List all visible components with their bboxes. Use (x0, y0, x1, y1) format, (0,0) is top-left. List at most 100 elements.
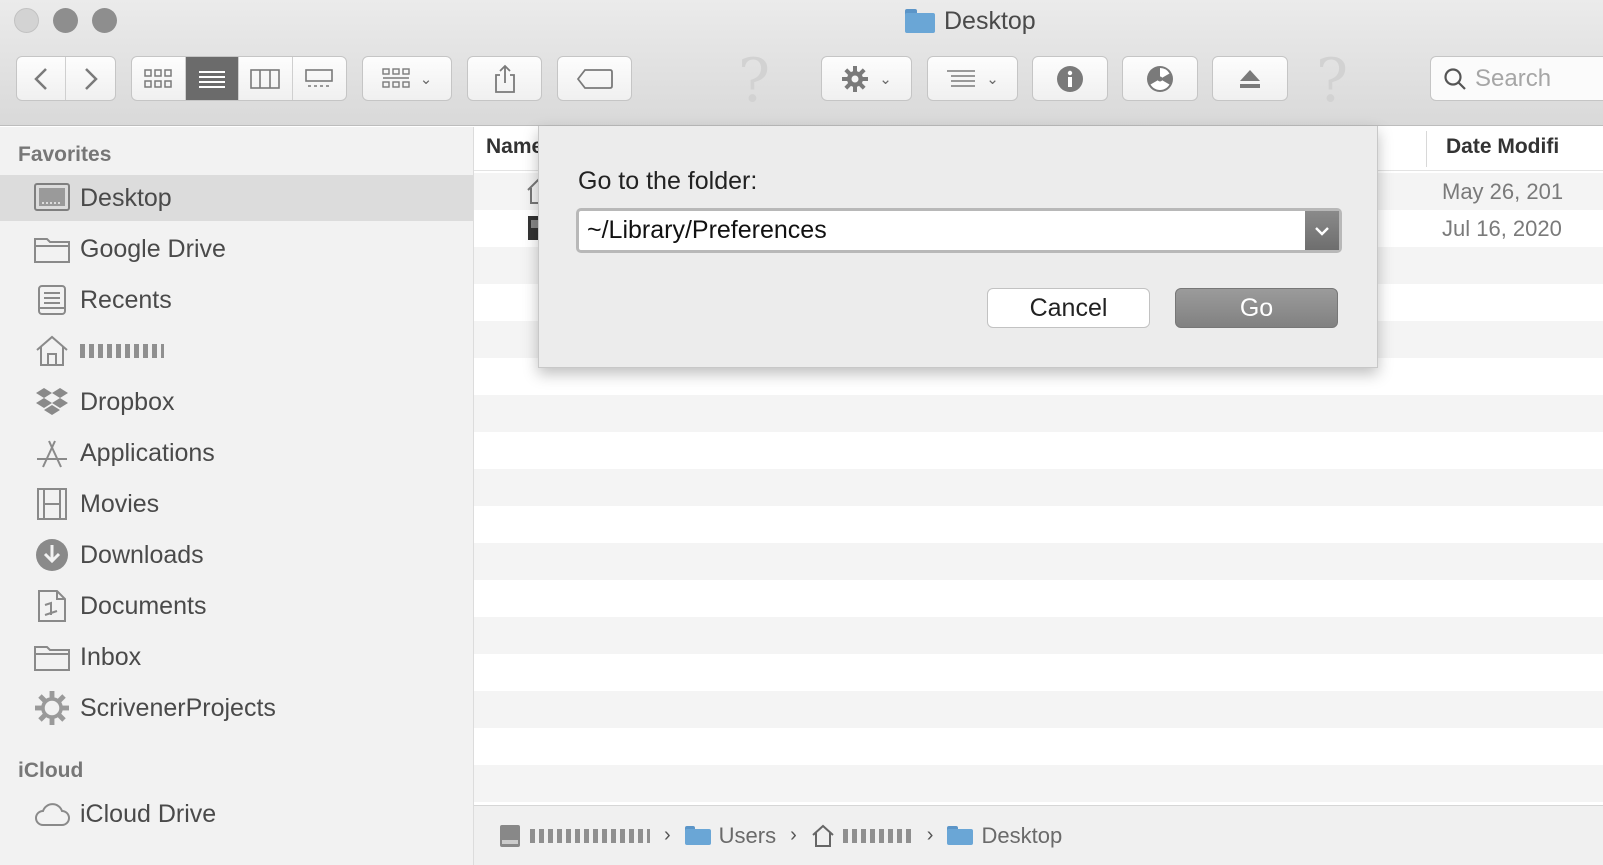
sidebar-item-label: iCloud Drive (80, 799, 217, 828)
list-view-button[interactable] (185, 57, 239, 100)
chevron-down-icon: ⌄ (419, 70, 433, 88)
path-crumb-users[interactable]: Users (684, 822, 777, 849)
sidebar-item-label: Desktop (80, 183, 172, 212)
dialog-prompt: Go to the folder: (578, 167, 758, 195)
minimize-window-button[interactable] (53, 8, 78, 33)
column-view-button[interactable] (239, 57, 293, 100)
sidebar-item-label: Downloads (80, 540, 204, 569)
sidebar-item-label: Documents (80, 591, 207, 620)
go-button[interactable]: Go (1175, 288, 1338, 328)
empty-row (474, 543, 1603, 580)
arrange-button[interactable]: ⌄ (927, 56, 1018, 101)
documents-icon (34, 588, 70, 624)
folder-icon (34, 639, 70, 675)
folder-icon (947, 825, 974, 846)
folder-path-input[interactable] (579, 211, 1305, 250)
column-header-date-modified[interactable]: Date Modifi (1446, 135, 1559, 159)
path-crumb-home[interactable] (811, 824, 913, 848)
group-icon (382, 67, 410, 88)
list-view-icon (198, 70, 225, 88)
sidebar-item-google-drive[interactable]: Google Drive (0, 226, 473, 272)
path-crumb-desktop[interactable]: Desktop (947, 823, 1062, 849)
downloads-icon (34, 537, 70, 573)
sidebar-item-label: Recents (80, 285, 172, 314)
share-button[interactable] (467, 56, 542, 101)
cloud-icon (34, 796, 70, 832)
forward-button[interactable] (66, 57, 115, 100)
sidebar-item-label: ScrivenerProjects (80, 693, 276, 722)
tag-button[interactable] (557, 56, 632, 101)
chevron-down-icon: ⌄ (986, 70, 999, 88)
dropbox-icon (34, 384, 70, 420)
search-input[interactable] (1475, 64, 1603, 93)
empty-row (474, 765, 1603, 802)
row-date-modified: May 26, 201 (1442, 179, 1564, 204)
sidebar-item-label: Applications (80, 438, 215, 467)
icon-view-icon (144, 68, 172, 88)
recent-folders-dropdown-button[interactable] (1305, 211, 1339, 250)
favorites-heading: Favorites (18, 143, 112, 166)
home-folder-name-redacted (80, 344, 164, 358)
hard-drive-icon (500, 824, 520, 847)
eject-button[interactable] (1212, 56, 1288, 101)
cancel-button[interactable]: Cancel (987, 288, 1150, 328)
window-controls (14, 8, 117, 33)
chevron-right-icon: › (664, 824, 671, 846)
eject-icon (1240, 69, 1260, 88)
chevron-right-icon: › (926, 824, 934, 846)
sidebar-item-label: Google Drive (80, 234, 226, 263)
disk-name-redacted (530, 828, 650, 843)
folder-icon (905, 9, 935, 33)
tag-icon (576, 68, 613, 89)
search-field[interactable] (1430, 56, 1603, 101)
sidebar-item-applications[interactable]: Applications (0, 430, 473, 476)
burn-button[interactable] (1122, 56, 1198, 101)
group-button[interactable]: ⌄ (362, 56, 452, 101)
action-menu-button[interactable]: ⌄ (821, 56, 912, 101)
search-icon (1444, 67, 1466, 90)
zoom-window-button[interactable] (92, 8, 117, 33)
back-icon (34, 67, 47, 90)
sidebar-item-scrivenerprojects[interactable]: ScrivenerProjects (0, 685, 473, 731)
sidebar-item-label: Inbox (80, 642, 142, 671)
close-window-button[interactable] (14, 8, 39, 33)
path-crumb-label: Desktop (981, 822, 1063, 848)
sidebar-item-recents[interactable]: Recents (0, 277, 473, 323)
sidebar-item-icloud-drive[interactable]: iCloud Drive (0, 791, 473, 837)
column-header-name[interactable]: Name (486, 135, 543, 159)
home-icon (812, 824, 834, 847)
sidebar-item-downloads[interactable]: Downloads (0, 532, 473, 578)
chevron-right-icon: › (790, 824, 797, 846)
sidebar-item-movies[interactable]: Movies (0, 481, 473, 527)
sidebar-item-inbox[interactable]: Inbox (0, 634, 473, 680)
help-icon: ? (738, 46, 771, 116)
sidebar-item-dropbox[interactable]: Dropbox (0, 379, 473, 425)
sidebar-item-home[interactable] (0, 328, 473, 374)
folder-icon (34, 231, 70, 267)
icon-view-button[interactable] (132, 57, 186, 100)
sidebar-item-documents[interactable]: Documents (0, 583, 473, 629)
home-icon (34, 333, 70, 369)
row-date-modified: Jul 16, 2020 (1442, 216, 1562, 241)
back-button[interactable] (17, 57, 67, 100)
back-forward-control (16, 56, 116, 101)
gallery-view-button[interactable] (293, 57, 347, 100)
sidebar-item-desktop[interactable]: Desktop (0, 175, 473, 221)
gear-icon (34, 690, 70, 726)
icloud-heading: iCloud (18, 759, 84, 782)
arrange-icon (947, 69, 976, 87)
path-crumb-disk[interactable] (498, 823, 650, 849)
window-title-text: Desktop (944, 6, 1036, 35)
column-divider[interactable] (1426, 131, 1427, 167)
path-crumb-label: Users (718, 822, 777, 848)
desktop-icon (34, 180, 70, 216)
sidebar-item-label: Dropbox (80, 387, 175, 416)
home-name-redacted (842, 828, 913, 843)
recents-icon (34, 282, 70, 318)
movies-icon (34, 486, 70, 522)
chevron-down-icon (1315, 226, 1329, 236)
get-info-button[interactable] (1032, 56, 1108, 101)
help-icon: ? (1316, 46, 1349, 116)
applications-icon (34, 435, 70, 471)
folder-path-combobox (576, 208, 1342, 253)
